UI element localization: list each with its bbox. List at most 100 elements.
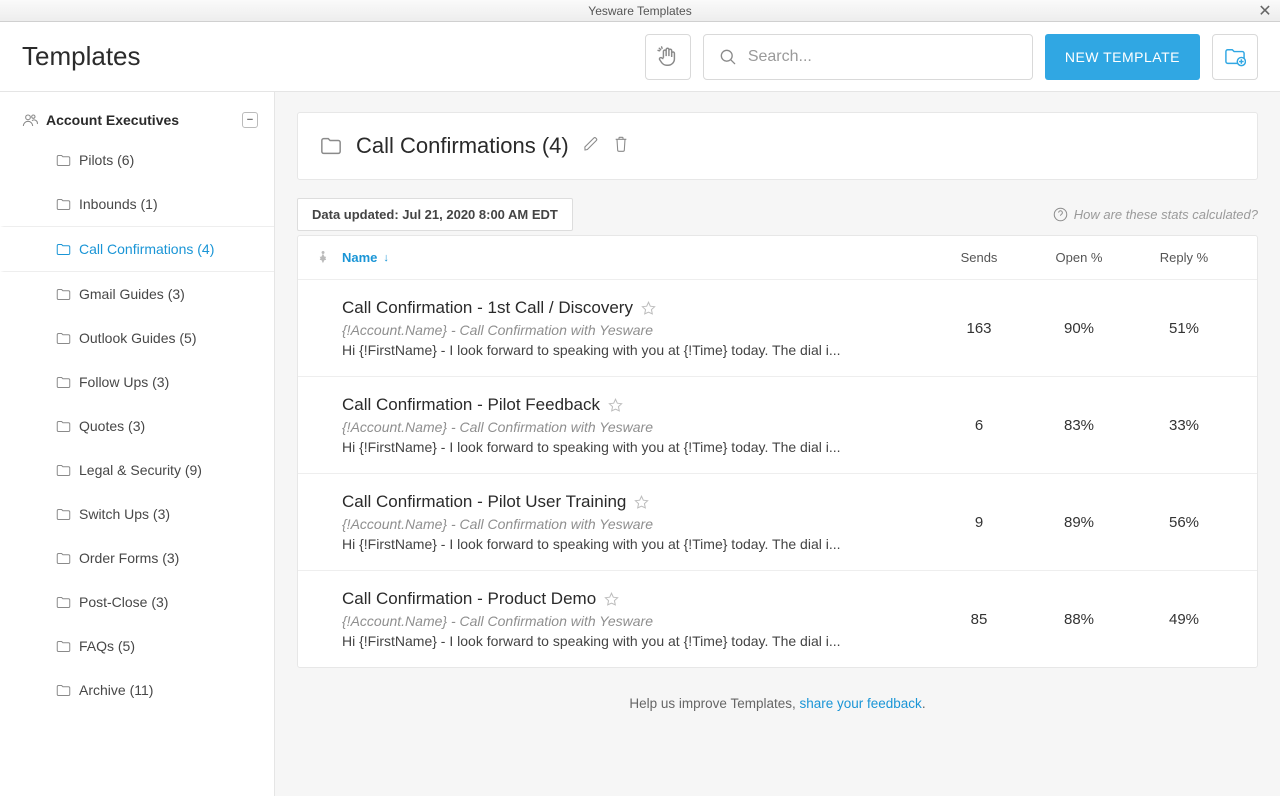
folder-icon bbox=[56, 288, 71, 301]
metric-sends: 163 bbox=[929, 320, 1029, 337]
delete-folder-button[interactable] bbox=[613, 135, 629, 158]
metric-reply: 33% bbox=[1129, 417, 1239, 434]
template-subject: {!Account.Name} - Call Confirmation with… bbox=[342, 613, 929, 629]
metric-sends: 85 bbox=[929, 611, 1029, 628]
template-title: Call Confirmation - Product Demo bbox=[342, 589, 596, 609]
handoff-button[interactable] bbox=[645, 34, 691, 80]
sort-handle-header[interactable]: •▲▼ bbox=[304, 252, 342, 264]
pencil-icon bbox=[583, 136, 599, 152]
wave-hand-icon bbox=[657, 46, 679, 68]
trash-icon bbox=[613, 135, 629, 153]
collapse-icon[interactable]: − bbox=[242, 112, 258, 128]
sidebar-folder[interactable]: Inbounds (1) bbox=[0, 182, 274, 226]
template-title: Call Confirmation - 1st Call / Discovery bbox=[342, 298, 633, 318]
metric-reply: 49% bbox=[1129, 611, 1239, 628]
template-subject: {!Account.Name} - Call Confirmation with… bbox=[342, 322, 929, 338]
table-row[interactable]: Call Confirmation - Product Demo {!Accou… bbox=[298, 571, 1257, 667]
close-icon[interactable]: ✕ bbox=[1254, 0, 1276, 22]
table-row[interactable]: Call Confirmation - Pilot User Training … bbox=[298, 474, 1257, 571]
col-sends[interactable]: Sends bbox=[929, 250, 1029, 265]
new-template-button[interactable]: NEW TEMPLATE bbox=[1045, 34, 1200, 80]
table-row[interactable]: Call Confirmation - 1st Call / Discovery… bbox=[298, 280, 1257, 377]
data-updated-badge: Data updated: Jul 21, 2020 8:00 AM EDT bbox=[297, 198, 573, 231]
star-icon[interactable] bbox=[634, 495, 649, 510]
folder-icon bbox=[56, 243, 71, 256]
sidebar-folder[interactable]: Switch Ups (3) bbox=[0, 492, 274, 536]
metric-open: 88% bbox=[1029, 611, 1129, 628]
folder-icon bbox=[56, 640, 71, 653]
sidebar-folder[interactable]: Gmail Guides (3) bbox=[0, 272, 274, 316]
metric-sends: 6 bbox=[929, 417, 1029, 434]
edit-folder-button[interactable] bbox=[583, 136, 599, 157]
help-icon bbox=[1053, 207, 1068, 222]
folder-label: Switch Ups (3) bbox=[79, 506, 170, 522]
folder-icon bbox=[56, 684, 71, 697]
search-field[interactable] bbox=[703, 34, 1033, 80]
folder-label: Call Confirmations (4) bbox=[79, 241, 214, 257]
sidebar-folder[interactable]: Post-Close (3) bbox=[0, 580, 274, 624]
sidebar-folder[interactable]: Follow Ups (3) bbox=[0, 360, 274, 404]
window-title-bar: Yesware Templates ✕ bbox=[0, 0, 1280, 22]
metric-open: 83% bbox=[1029, 417, 1129, 434]
sidebar-folder[interactable]: Quotes (3) bbox=[0, 404, 274, 448]
templates-table: •▲▼ Name ↓ Sends Open % Reply % Call Con… bbox=[297, 235, 1258, 668]
feedback-link[interactable]: share your feedback bbox=[799, 696, 921, 711]
folder-icon bbox=[56, 332, 71, 345]
table-row[interactable]: Call Confirmation - Pilot Feedback {!Acc… bbox=[298, 377, 1257, 474]
folder-plus-icon bbox=[1224, 47, 1246, 67]
col-open[interactable]: Open % bbox=[1029, 250, 1129, 265]
folder-title: Call Confirmations (4) bbox=[356, 133, 569, 159]
sidebar: Account Executives − Pilots (6) Inbounds… bbox=[0, 92, 275, 796]
team-header[interactable]: Account Executives − bbox=[0, 102, 274, 138]
content-area: Account Executives − Pilots (6) Inbounds… bbox=[0, 92, 1280, 796]
folder-label: Follow Ups (3) bbox=[79, 374, 169, 390]
sidebar-folder[interactable]: Call Confirmations (4) bbox=[0, 226, 274, 272]
template-preview: Hi {!FirstName} - I look forward to spea… bbox=[342, 536, 929, 552]
folder-label: Quotes (3) bbox=[79, 418, 145, 434]
folder-icon bbox=[56, 198, 71, 211]
template-title: Call Confirmation - Pilot Feedback bbox=[342, 395, 600, 415]
new-folder-button[interactable] bbox=[1212, 34, 1258, 80]
folder-icon bbox=[56, 376, 71, 389]
feedback-footer: Help us improve Templates, share your fe… bbox=[297, 696, 1258, 721]
folder-icon bbox=[56, 464, 71, 477]
template-title: Call Confirmation - Pilot User Training bbox=[342, 492, 626, 512]
folder-icon bbox=[56, 420, 71, 433]
team-name: Account Executives bbox=[46, 112, 179, 128]
template-preview: Hi {!FirstName} - I look forward to spea… bbox=[342, 342, 929, 358]
metric-open: 90% bbox=[1029, 320, 1129, 337]
sidebar-folder[interactable]: Archive (11) bbox=[0, 668, 274, 712]
folder-icon bbox=[320, 136, 342, 156]
star-icon[interactable] bbox=[604, 592, 619, 607]
template-subject: {!Account.Name} - Call Confirmation with… bbox=[342, 419, 929, 435]
table-header: •▲▼ Name ↓ Sends Open % Reply % bbox=[298, 236, 1257, 280]
metric-reply: 56% bbox=[1129, 514, 1239, 531]
col-reply[interactable]: Reply % bbox=[1129, 250, 1239, 265]
team-icon bbox=[22, 113, 38, 127]
star-icon[interactable] bbox=[608, 398, 623, 413]
template-preview: Hi {!FirstName} - I look forward to spea… bbox=[342, 439, 929, 455]
sidebar-folder[interactable]: Outlook Guides (5) bbox=[0, 316, 274, 360]
sidebar-folder[interactable]: Order Forms (3) bbox=[0, 536, 274, 580]
sidebar-folder[interactable]: Legal & Security (9) bbox=[0, 448, 274, 492]
sidebar-folder[interactable]: FAQs (5) bbox=[0, 624, 274, 668]
folder-label: Gmail Guides (3) bbox=[79, 286, 185, 302]
folder-header: Call Confirmations (4) bbox=[297, 112, 1258, 180]
metric-reply: 51% bbox=[1129, 320, 1239, 337]
stats-help-link[interactable]: How are these stats calculated? bbox=[1053, 207, 1258, 222]
template-preview: Hi {!FirstName} - I look forward to spea… bbox=[342, 633, 929, 649]
col-name[interactable]: Name ↓ bbox=[342, 250, 929, 265]
search-icon bbox=[718, 47, 738, 67]
main-panel: Call Confirmations (4) Data updated: Jul… bbox=[275, 92, 1280, 796]
folder-label: Inbounds (1) bbox=[79, 196, 158, 212]
star-icon[interactable] bbox=[641, 301, 656, 316]
search-input[interactable] bbox=[748, 48, 1018, 66]
folder-icon bbox=[56, 552, 71, 565]
folder-label: Outlook Guides (5) bbox=[79, 330, 197, 346]
folder-icon bbox=[56, 596, 71, 609]
template-subject: {!Account.Name} - Call Confirmation with… bbox=[342, 516, 929, 532]
sidebar-folder[interactable]: Pilots (6) bbox=[0, 138, 274, 182]
meta-row: Data updated: Jul 21, 2020 8:00 AM EDT H… bbox=[297, 198, 1258, 231]
folder-icon bbox=[56, 154, 71, 167]
folder-label: Archive (11) bbox=[79, 682, 153, 698]
